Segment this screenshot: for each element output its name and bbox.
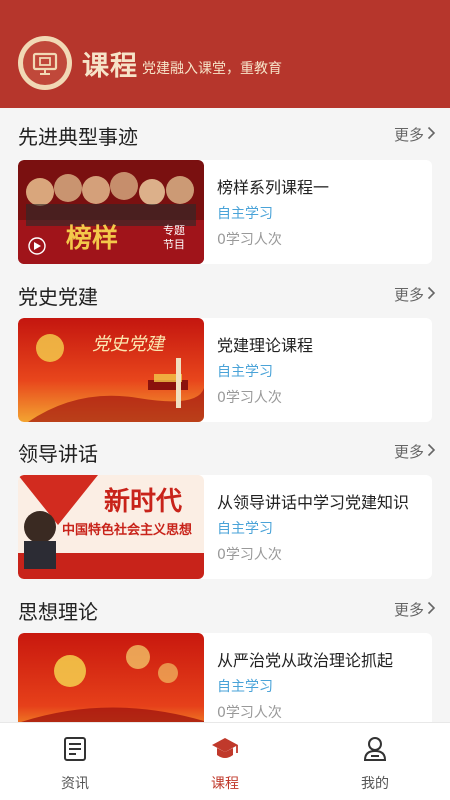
course-card[interactable]: 党史党建 党建理论课程 自主学习 0学习人次 xyxy=(18,318,432,422)
tab-label: 资讯 xyxy=(61,776,89,792)
more-link[interactable]: 更多 xyxy=(394,284,424,305)
tab-profile[interactable]: 我的 xyxy=(300,723,450,800)
course-card[interactable]: 新时代 中国特色社会主义思想 从领导讲话中学习党建知识 自主学习 0学习人次 xyxy=(18,475,432,579)
presentation-board-icon xyxy=(32,52,58,75)
course-thumbnail: 榜样 专题节目 xyxy=(18,160,204,264)
page-title: 课程 xyxy=(82,51,138,82)
course-title: 党建理论课程 xyxy=(217,336,314,355)
course-card[interactable]: 榜样 专题节目 榜样系列课程一 自主学习 0学习人次 xyxy=(18,160,432,264)
page-subtitle: 党建融入课堂，重教育 xyxy=(142,61,282,77)
tab-news[interactable]: 资讯 xyxy=(0,723,150,800)
thumbnail-badge: 专题节目 xyxy=(163,224,185,251)
course-tag: 自主学习 xyxy=(217,206,273,222)
course-list: 先进典型事迹 更多 榜样 专题节目 榜样系列课程一 自主学习 0学习人次 党史党… xyxy=(0,108,450,722)
course-tag: 自主学习 xyxy=(217,679,273,695)
tab-courses[interactable]: 课程 xyxy=(150,723,300,800)
section-title: 领导讲话 xyxy=(18,442,98,466)
graduation-cap-icon xyxy=(212,738,238,758)
chevron-right-icon[interactable] xyxy=(427,286,436,300)
thumbnail-subtitle: 中国特色社会主义思想 xyxy=(62,523,193,538)
more-link[interactable]: 更多 xyxy=(394,441,424,462)
course-tag: 自主学习 xyxy=(217,364,273,380)
course-card[interactable]: 从严治党从政治理论抓起 自主学习 0学习人次 xyxy=(18,633,432,722)
section-header: 思想理论 更多 xyxy=(0,583,450,633)
section-header: 先进典型事迹 更多 xyxy=(0,108,450,158)
section-title: 思想理论 xyxy=(18,600,98,624)
chevron-right-icon[interactable] xyxy=(427,601,436,615)
section-title: 党史党建 xyxy=(18,285,98,309)
course-title: 榜样系列课程一 xyxy=(217,178,330,197)
tab-label: 我的 xyxy=(361,776,389,792)
chevron-right-icon[interactable] xyxy=(427,126,436,140)
thumbnail-title: 榜样 xyxy=(66,224,119,254)
section-header: 领导讲话 更多 xyxy=(0,425,450,475)
more-link[interactable]: 更多 xyxy=(394,599,424,620)
chevron-right-icon[interactable] xyxy=(427,443,436,457)
thumbnail-title: 党史党建 xyxy=(92,334,164,355)
user-icon xyxy=(363,737,387,761)
thumbnail-title: 新时代 xyxy=(104,487,183,517)
logo xyxy=(18,36,72,90)
section-header: 党史党建 更多 xyxy=(0,268,450,318)
course-count: 0学习人次 xyxy=(217,705,282,721)
course-title: 从严治党从政治理论抓起 xyxy=(217,651,394,670)
bottom-tab-bar: 资讯 课程 我的 xyxy=(0,722,450,800)
course-count: 0学习人次 xyxy=(217,547,282,563)
course-thumbnail: 党史党建 xyxy=(18,318,204,422)
course-count: 0学习人次 xyxy=(217,390,282,406)
course-count: 0学习人次 xyxy=(217,232,282,248)
app-header: 课程 党建融入课堂，重教育 xyxy=(0,0,450,108)
more-link[interactable]: 更多 xyxy=(394,124,424,145)
course-tag: 自主学习 xyxy=(217,521,273,537)
course-thumbnail: 新时代 中国特色社会主义思想 xyxy=(18,475,204,579)
tab-label: 课程 xyxy=(211,776,239,792)
section-title: 先进典型事迹 xyxy=(18,125,138,149)
course-thumbnail xyxy=(18,633,204,722)
course-title: 从领导讲话中学习党建知识 xyxy=(217,493,410,512)
news-icon xyxy=(64,737,86,761)
